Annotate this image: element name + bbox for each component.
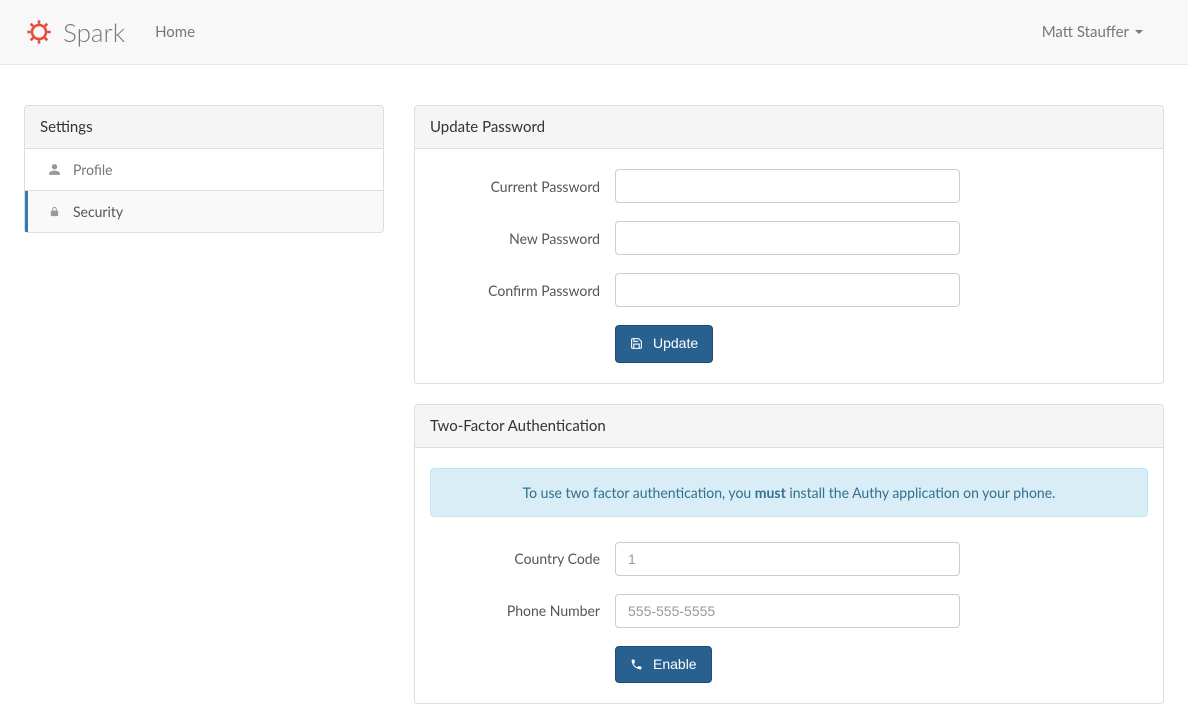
two-factor-panel: Two-Factor Authentication To use two fac… — [414, 404, 1164, 705]
brand-text: Spark — [63, 16, 125, 48]
confirm-password-label: Confirm Password — [430, 282, 615, 299]
enable-button-group: Enable — [430, 646, 1148, 684]
two-factor-body: To use two factor authentication, you mu… — [415, 448, 1163, 704]
main-content: Update Password Current Password New Pas… — [414, 105, 1164, 724]
sidebar: Settings Profile Security — [24, 105, 384, 724]
phone-number-input[interactable] — [615, 594, 960, 628]
current-password-group: Current Password — [430, 169, 1148, 203]
country-code-group: Country Code — [430, 542, 1148, 576]
settings-heading: Settings — [25, 106, 383, 149]
nav-home-link[interactable]: Home — [140, 13, 210, 51]
navbar-left: Spark Home — [15, 13, 210, 51]
update-password-body: Current Password New Password Confirm Pa… — [415, 149, 1163, 383]
update-button-group: Update — [430, 325, 1148, 363]
info-post: install the Authy application on your ph… — [786, 484, 1056, 501]
current-password-input[interactable] — [615, 169, 960, 203]
settings-list: Profile Security — [25, 149, 383, 232]
confirm-password-input[interactable] — [615, 273, 960, 307]
enable-button[interactable]: Enable — [615, 646, 712, 684]
user-icon — [45, 163, 63, 176]
save-icon — [630, 337, 643, 350]
new-password-label: New Password — [430, 230, 615, 247]
caret-down-icon — [1135, 30, 1143, 34]
sidebar-item-label: Security — [73, 203, 123, 220]
lock-icon — [45, 205, 63, 218]
country-code-label: Country Code — [430, 550, 615, 567]
new-password-group: New Password — [430, 221, 1148, 255]
info-strong: must — [755, 484, 786, 501]
settings-panel: Settings Profile Security — [24, 105, 384, 233]
new-password-input[interactable] — [615, 221, 960, 255]
main-container: Settings Profile Security Update Pas — [9, 105, 1179, 724]
navbar-right: Matt Stauffer — [1027, 13, 1173, 51]
update-password-heading: Update Password — [415, 106, 1163, 149]
spark-logo-icon — [25, 18, 53, 46]
brand-link[interactable]: Spark — [15, 16, 140, 48]
phone-icon — [630, 658, 643, 671]
confirm-password-group: Confirm Password — [430, 273, 1148, 307]
two-factor-heading: Two-Factor Authentication — [415, 405, 1163, 448]
current-password-label: Current Password — [430, 178, 615, 195]
sidebar-item-security[interactable]: Security — [25, 191, 383, 232]
info-pre: To use two factor authentication, you — [523, 484, 755, 501]
sidebar-item-label: Profile — [73, 161, 113, 178]
enable-button-label: Enable — [653, 655, 697, 675]
sidebar-item-profile[interactable]: Profile — [25, 149, 383, 191]
update-button-label: Update — [653, 334, 698, 354]
user-dropdown[interactable]: Matt Stauffer — [1027, 13, 1158, 51]
update-button[interactable]: Update — [615, 325, 713, 363]
update-password-panel: Update Password Current Password New Pas… — [414, 105, 1164, 384]
phone-number-group: Phone Number — [430, 594, 1148, 628]
country-code-input[interactable] — [615, 542, 960, 576]
phone-number-label: Phone Number — [430, 602, 615, 619]
user-name: Matt Stauffer — [1042, 23, 1129, 41]
navbar: Spark Home Matt Stauffer — [0, 0, 1188, 65]
two-factor-info-alert: To use two factor authentication, you mu… — [430, 468, 1148, 517]
